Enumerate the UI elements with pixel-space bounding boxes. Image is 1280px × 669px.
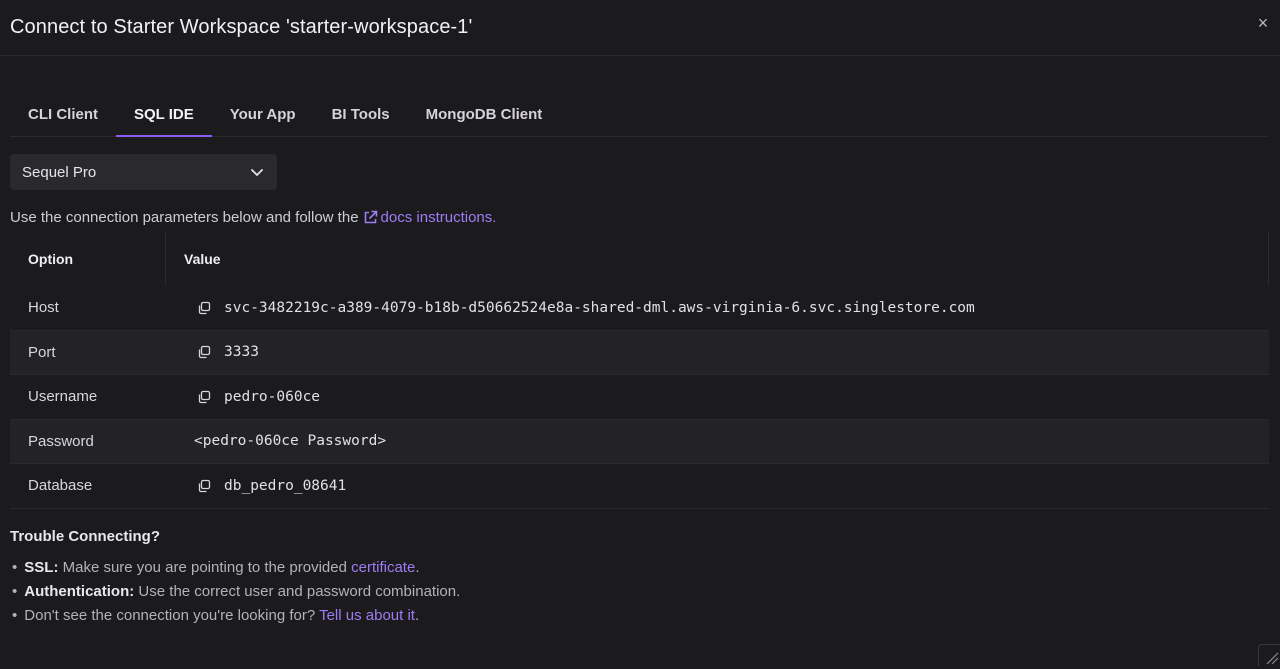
table-row-username: Username pedro-060ce bbox=[10, 375, 1269, 420]
dialog-title: Connect to Starter Workspace 'starter-wo… bbox=[10, 16, 473, 38]
trouble-tips: • SSL: Make sure you are pointing to the … bbox=[10, 556, 460, 628]
docs-instructions-link[interactable]: docs instructions. bbox=[381, 209, 497, 226]
certificate-link[interactable]: certificate bbox=[351, 559, 415, 576]
tip-label: Authentication: bbox=[24, 583, 135, 600]
header-option: Option bbox=[10, 232, 166, 286]
list-item: • Authentication: Use the correct user an… bbox=[12, 583, 461, 600]
row-option: Username bbox=[28, 388, 98, 406]
tip-tail: . bbox=[415, 559, 420, 576]
row-option: Port bbox=[28, 343, 56, 361]
tip-text: Make sure you are pointing to the provid… bbox=[58, 559, 352, 576]
tab-bi-tools[interactable]: BI Tools bbox=[314, 92, 408, 136]
trouble-heading: Trouble Connecting? bbox=[10, 528, 160, 545]
dialog-header: Connect to Starter Workspace 'starter-wo… bbox=[0, 0, 1280, 56]
table-row-host: Host svc-3482219c-a389-4079-b18b-d506625… bbox=[10, 286, 1269, 331]
header-value: Value bbox=[184, 251, 221, 267]
resize-handle[interactable] bbox=[1258, 644, 1280, 666]
intro-text: Use the connection parameters below and … bbox=[10, 209, 496, 229]
tip-text: Don't see the connection you're looking … bbox=[24, 607, 320, 624]
chevron-down-icon bbox=[249, 164, 265, 180]
table-row-port: Port 3333 bbox=[10, 330, 1269, 375]
row-value: <pedro-060ce Password> bbox=[194, 433, 387, 450]
list-item: • Don't see the connection you're looking… bbox=[12, 607, 420, 624]
row-option: Password bbox=[28, 432, 94, 450]
tip-text: Use the correct user and password combin… bbox=[134, 583, 461, 600]
ide-select-value: Sequel Pro bbox=[22, 163, 97, 181]
copy-icon[interactable] bbox=[197, 345, 211, 359]
tab-bar: CLI Client SQL IDE Your App BI Tools Mon… bbox=[10, 92, 1268, 137]
tip-label: SSL: bbox=[24, 559, 59, 576]
row-value: pedro-060ce bbox=[224, 388, 321, 405]
list-item: • SSL: Make sure you are pointing to the … bbox=[12, 559, 420, 576]
tab-your-app[interactable]: Your App bbox=[212, 92, 314, 136]
table-header: Option Value bbox=[10, 232, 1269, 286]
connection-table: Option Value Host svc-3482219c-a389-4079… bbox=[10, 232, 1269, 509]
ide-select[interactable]: Sequel Pro bbox=[10, 154, 277, 190]
row-option: Host bbox=[28, 299, 59, 317]
row-value: svc-3482219c-a389-4079-b18b-d50662524e8a… bbox=[224, 299, 975, 316]
row-option: Database bbox=[28, 477, 93, 495]
external-link-icon bbox=[363, 210, 378, 229]
table-row-database: Database db_pedro_08641 bbox=[10, 464, 1269, 509]
copy-icon[interactable] bbox=[197, 390, 211, 404]
tell-us-link[interactable]: Tell us about it bbox=[319, 607, 415, 624]
resize-grip-icon bbox=[1266, 652, 1279, 665]
close-icon[interactable]: × bbox=[1256, 14, 1270, 32]
copy-icon[interactable] bbox=[197, 301, 211, 315]
table-row-password: Password <pedro-060ce Password> bbox=[10, 419, 1269, 464]
row-value: db_pedro_08641 bbox=[224, 477, 347, 494]
intro-label: Use the connection parameters below and … bbox=[10, 209, 359, 226]
copy-icon[interactable] bbox=[197, 479, 211, 493]
tab-mongodb-client[interactable]: MongoDB Client bbox=[408, 92, 561, 136]
tip-tail: . bbox=[414, 607, 420, 624]
tab-sql-ide[interactable]: SQL IDE bbox=[116, 92, 212, 137]
row-value: 3333 bbox=[224, 344, 259, 361]
tab-cli-client[interactable]: CLI Client bbox=[10, 92, 116, 136]
